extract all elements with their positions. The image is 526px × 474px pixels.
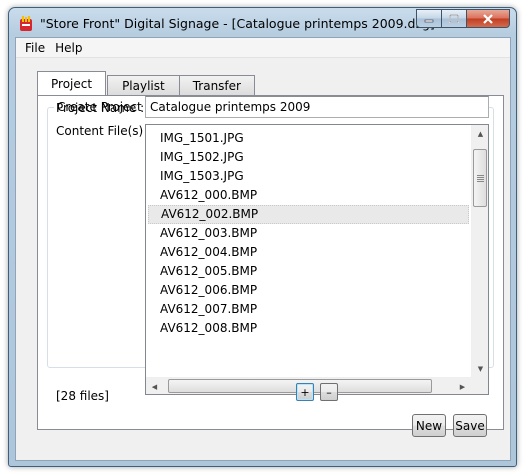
list-item[interactable]: AV612_005.BMP: [148, 262, 469, 281]
menu-bar: File Help: [16, 38, 510, 58]
list-item[interactable]: IMG_1501.JPG: [148, 129, 469, 148]
project-name-input[interactable]: [145, 96, 489, 118]
list-item[interactable]: IMG_1503.JPG: [148, 167, 469, 186]
new-button[interactable]: New: [412, 414, 446, 437]
project-name-label: Project Name :: [56, 101, 145, 115]
close-button[interactable]: [467, 9, 510, 28]
scroll-right-arrow-icon[interactable]: ▶: [454, 378, 471, 394]
remove-file-button[interactable]: –: [320, 383, 338, 401]
list-item[interactable]: AV612_006.BMP: [148, 281, 469, 300]
window-title: "Store Front" Digital Signage - [Catalog…: [40, 16, 435, 31]
menu-file[interactable]: File: [20, 39, 50, 57]
add-file-button[interactable]: +: [296, 383, 314, 401]
list-item[interactable]: AV612_007.BMP: [148, 300, 469, 319]
caption-buttons: [416, 9, 510, 28]
list-items: IMG_1501.JPG IMG_1502.JPG IMG_1503.JPG AV61…: [146, 125, 471, 377]
vertical-scroll-thumb[interactable]: [473, 149, 487, 207]
grip-icon: [476, 174, 484, 182]
content-files-list[interactable]: IMG_1501.JPG IMG_1502.JPG IMG_1503.JPG AV61…: [145, 124, 489, 395]
minimize-button[interactable]: [416, 9, 442, 28]
close-icon: [483, 13, 493, 24]
maximize-button[interactable]: [442, 9, 467, 28]
app-window: "Store Front" Digital Signage - [Catalog…: [8, 7, 517, 467]
title-bar[interactable]: "Store Front" Digital Signage - [Catalog…: [9, 8, 516, 38]
scroll-corner: [471, 377, 488, 394]
tab-transfer[interactable]: Transfer: [178, 75, 255, 95]
tab-project[interactable]: Project: [37, 71, 107, 95]
content-files-label: Content File(s) :: [56, 124, 152, 138]
list-item[interactable]: AV612_000.BMP: [148, 186, 469, 205]
list-item[interactable]: IMG_1502.JPG: [148, 148, 469, 167]
list-item[interactable]: AV612_008.BMP: [148, 319, 469, 338]
scroll-up-arrow-icon[interactable]: ▲: [472, 125, 488, 142]
maximize-icon: [449, 13, 459, 23]
app-logo-icon: [20, 16, 32, 31]
list-item[interactable]: AV612_002.BMP: [148, 205, 469, 224]
list-item[interactable]: AV612_003.BMP: [148, 224, 469, 243]
list-item[interactable]: AV612_004.BMP: [148, 243, 469, 262]
vertical-scrollbar[interactable]: ▲ ▼: [471, 125, 488, 377]
scroll-left-arrow-icon[interactable]: ◀: [146, 378, 163, 394]
file-count: [28 files]: [56, 389, 109, 403]
menu-help[interactable]: Help: [50, 39, 87, 57]
tab-playlist[interactable]: Playlist: [107, 75, 180, 95]
scroll-down-arrow-icon[interactable]: ▼: [472, 360, 488, 377]
client-area: File Help Project Playlist Transfer Crea…: [15, 37, 511, 461]
tab-strip: Project Playlist Transfer: [37, 71, 255, 95]
save-button[interactable]: Save: [453, 414, 487, 437]
minimize-icon: [424, 19, 434, 22]
